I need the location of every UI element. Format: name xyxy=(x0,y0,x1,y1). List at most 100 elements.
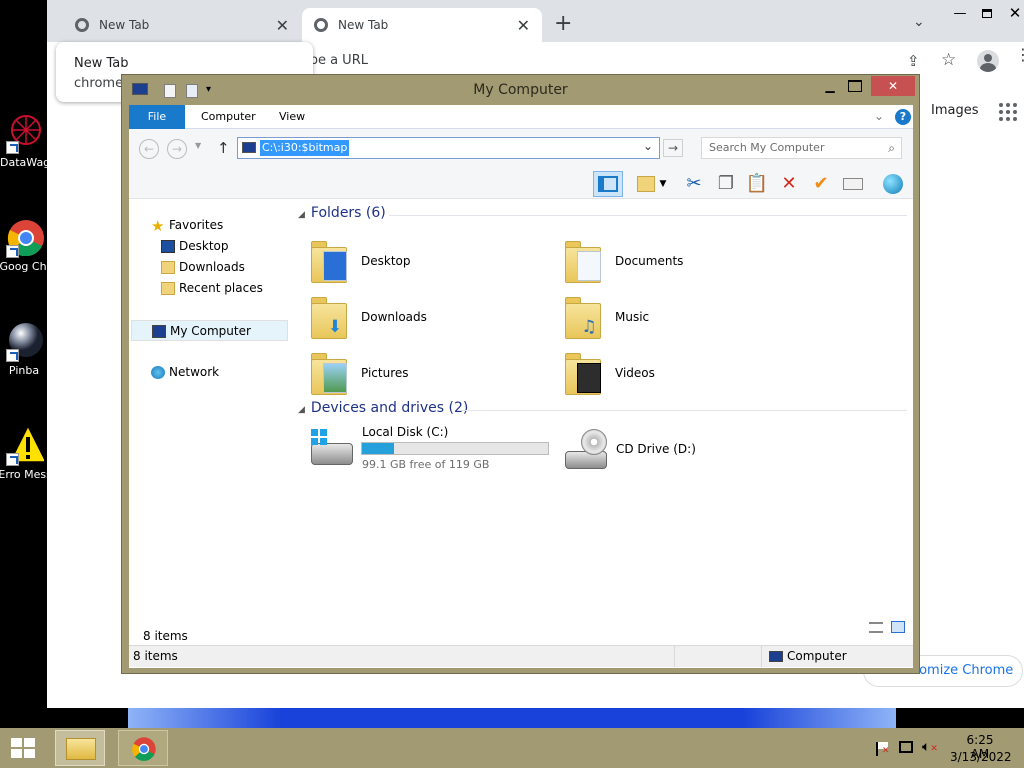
status-divider xyxy=(674,646,675,667)
folder-options-icon[interactable] xyxy=(634,172,658,196)
share-icon[interactable]: ⇪ xyxy=(907,52,920,70)
nav-label: Network xyxy=(169,365,220,379)
desktop-icon-chrome[interactable]: Goog Chron xyxy=(0,216,48,274)
folder-pictures[interactable]: Pictures xyxy=(309,349,549,401)
drive-cd-d[interactable]: CD Drive (D:) xyxy=(563,425,803,475)
up-icon[interactable]: ↑ xyxy=(217,139,230,157)
desktop-icon-datawag[interactable]: DataWag xyxy=(0,112,48,170)
volume-muted-icon[interactable]: 🔈︎✕ xyxy=(922,739,938,755)
back-icon[interactable]: ← xyxy=(139,139,159,159)
tab-search-icon[interactable]: ⌄ xyxy=(913,14,925,30)
forward-icon[interactable]: → xyxy=(167,139,187,159)
warning-icon xyxy=(4,424,48,466)
hard-drive-icon xyxy=(309,429,355,469)
close-icon[interactable]: ✕ xyxy=(1005,0,1024,26)
status-divider xyxy=(761,646,762,667)
pinball-icon xyxy=(4,320,44,362)
help-icon[interactable]: ? xyxy=(895,109,911,125)
chrome-menu-icon[interactable]: ⋮ xyxy=(1015,47,1024,63)
address-bar[interactable]: C:\:i30:$bitmap ⌄ xyxy=(237,137,660,159)
folder-music[interactable]: ♫ Music xyxy=(563,293,803,345)
desktop-icon-pinball[interactable]: Pinba xyxy=(0,320,48,378)
tab-view[interactable]: View xyxy=(266,105,318,129)
folder-label: Videos xyxy=(615,366,655,380)
bookmark-star-icon[interactable]: ☆ xyxy=(941,50,956,70)
folders-group-header[interactable]: ◢ Folders (6) xyxy=(298,205,386,221)
delete-icon[interactable]: ✕ xyxy=(777,172,801,196)
close-tab-icon[interactable]: ✕ xyxy=(517,16,530,35)
copy-icon[interactable]: ❐ xyxy=(714,172,738,196)
nav-label: Recent places xyxy=(179,281,263,295)
desktop-icon-label: DataWag xyxy=(0,156,48,169)
status-bar: 8 items Computer xyxy=(129,645,913,667)
folder-videos[interactable]: Videos xyxy=(563,349,803,401)
taskbar-chrome[interactable] xyxy=(118,730,168,766)
start-button[interactable] xyxy=(8,736,38,760)
nav-label: My Computer xyxy=(170,324,251,338)
collapse-icon[interactable]: ◢ xyxy=(298,405,305,415)
nav-recent-places[interactable]: Recent places xyxy=(129,278,286,299)
folder-label: Music xyxy=(615,310,650,324)
tab-computer[interactable]: Computer xyxy=(188,105,269,129)
computer-icon xyxy=(242,142,256,153)
properties-icon[interactable] xyxy=(841,172,865,196)
tab-title: New Tab xyxy=(99,18,150,32)
chrome-favicon-icon xyxy=(314,18,328,32)
devices-group-header[interactable]: ◢ Devices and drives (2) xyxy=(298,400,468,416)
nav-label: Desktop xyxy=(179,239,229,253)
explorer-body: File Computer View ⌄ ? ← → ▼ ↑ C:\:i30:$… xyxy=(129,105,913,668)
folder-documents[interactable]: Documents xyxy=(563,237,803,289)
address-path[interactable]: C:\:i30:$bitmap xyxy=(260,140,350,156)
tab-file[interactable]: File xyxy=(129,105,185,129)
nav-network[interactable]: Network xyxy=(129,362,286,383)
nav-my-computer[interactable]: My Computer xyxy=(131,320,288,341)
omnibox-input[interactable]: ype a URL xyxy=(302,50,892,72)
search-input[interactable]: Search My Computer ⌕ xyxy=(701,137,902,159)
paste-icon[interactable]: 📋 xyxy=(745,172,769,196)
tooltip-title: New Tab xyxy=(74,56,129,71)
drive-free-space: 99.1 GB free of 119 GB xyxy=(362,458,490,471)
chrome-tab[interactable]: New Tab ✕ xyxy=(63,8,301,42)
images-link[interactable]: Images xyxy=(931,103,979,118)
minimize-icon[interactable]: — xyxy=(940,0,980,26)
drive-local-disk-c[interactable]: Local Disk (C:) 99.1 GB free of 119 GB xyxy=(309,425,549,475)
drive-usage-bar xyxy=(361,442,549,455)
action-center-flag-icon[interactable]: ✕ xyxy=(876,742,890,756)
folder-downloads[interactable]: ⬇ Downloads xyxy=(309,293,549,345)
new-tab-icon[interactable]: + xyxy=(554,12,572,36)
folder-desktop[interactable]: Desktop xyxy=(309,237,549,289)
clock-date[interactable]: 3/13/2022 xyxy=(950,750,1012,764)
windows-logo-icon xyxy=(11,738,35,758)
command-toolbar: ▼ ✂ ❐ 📋 ✕ ✔ xyxy=(129,169,913,199)
navigation-pane: ★ Favorites Desktop Downloads Recent pla… xyxy=(129,199,289,639)
go-icon[interactable]: → xyxy=(663,139,683,157)
explorer-maximize-icon[interactable] xyxy=(848,80,862,92)
nav-desktop[interactable]: Desktop xyxy=(129,236,286,257)
profile-avatar-icon[interactable] xyxy=(977,50,999,72)
cut-icon[interactable]: ✂ xyxy=(682,172,706,196)
recent-locations-icon[interactable]: ▼ xyxy=(195,141,201,150)
address-dropdown-icon[interactable]: ⌄ xyxy=(643,139,653,153)
nav-downloads[interactable]: Downloads xyxy=(129,257,286,278)
apps-grid-icon[interactable] xyxy=(999,103,1017,121)
search-icon[interactable]: ⌕ xyxy=(888,138,895,158)
close-tab-icon[interactable]: ✕ xyxy=(276,16,289,35)
expand-ribbon-icon[interactable]: ⌄ xyxy=(874,109,884,123)
drive-usage-fill xyxy=(362,443,394,454)
desktop-icon-error-message[interactable]: Erro Messag xyxy=(0,424,48,482)
chrome-tab-active[interactable]: New Tab ✕ xyxy=(302,8,542,42)
explorer-close-button[interactable]: ✕ xyxy=(871,76,915,96)
collapse-icon[interactable]: ◢ xyxy=(298,210,305,220)
nav-favorites[interactable]: ★ Favorites xyxy=(129,215,286,236)
dropdown-icon[interactable]: ▼ xyxy=(656,172,670,196)
cd-drive-icon xyxy=(563,429,609,471)
network-tray-icon[interactable] xyxy=(899,741,913,753)
desktop-icon xyxy=(161,240,175,253)
maximize-icon[interactable] xyxy=(975,0,999,26)
taskbar-file-explorer[interactable] xyxy=(55,730,105,766)
preview-pane-icon[interactable] xyxy=(593,171,623,197)
rename-check-icon[interactable]: ✔ xyxy=(809,172,833,196)
explorer-minimize-icon[interactable]: ▁ xyxy=(820,79,840,97)
globe-icon[interactable] xyxy=(881,172,905,196)
folder-label: Downloads xyxy=(361,310,427,324)
